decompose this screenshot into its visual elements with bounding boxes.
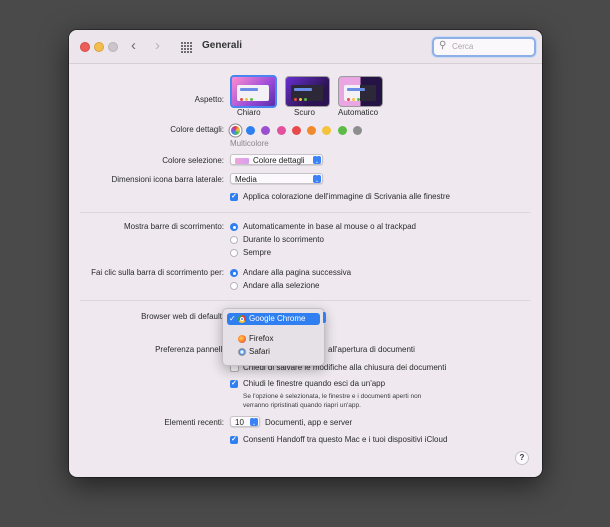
recent-items-value: 10 [235, 418, 244, 427]
accent-swatch-pink[interactable] [277, 126, 286, 135]
click-scrollbar-option-label: Andare alla pagina successiva [243, 268, 352, 277]
default-browser-popup-edge[interactable] [323, 312, 326, 323]
scrollbars-radio-scrolling[interactable] [230, 236, 238, 244]
browser-menu-item-safari[interactable]: Safari [227, 346, 320, 358]
accent-swatch-multicolor[interactable] [231, 126, 240, 135]
accent-selected-name: Multicolore [230, 139, 269, 148]
browser-menu-item-label: Google Chrome [249, 314, 306, 323]
scrollbars-option-label: Sempre [243, 248, 272, 257]
search-field[interactable]: ⚲ Cerca [432, 37, 536, 57]
recent-items-popup[interactable]: 10 ⌃ ⌄ [230, 416, 260, 427]
browser-menu-item-chrome[interactable]: ✓ Google Chrome [227, 313, 320, 325]
highlight-color-popup[interactable]: Colore dettagli ⌃ ⌄ [230, 154, 323, 165]
click-scrollbar-radio-next-page[interactable] [230, 269, 238, 277]
click-scrollbar-radio-selection[interactable] [230, 282, 238, 290]
help-button[interactable]: ? [515, 451, 529, 465]
window-title: Generali [202, 40, 243, 51]
recent-items-suffix: Documenti, app e server [265, 418, 353, 427]
accent-swatch-orange[interactable] [307, 126, 316, 135]
close-window-button[interactable] [80, 42, 90, 52]
back-chevron-icon[interactable]: ‹ [131, 38, 136, 54]
popup-chevron-icon: ⌃ ⌄ [313, 174, 321, 184]
appearance-auto-thumbnail[interactable] [338, 76, 383, 107]
accent-swatch-graphite[interactable] [353, 126, 362, 135]
accent-swatch-blue[interactable] [246, 126, 255, 135]
scrollbars-label: Mostra barre di scorrimento: [123, 222, 224, 231]
wallpaper-tint-checkbox[interactable]: ✓ [230, 193, 238, 201]
handoff-checkbox[interactable]: ✓ [230, 436, 238, 444]
popup-chevron-icon: ⌃ ⌄ [250, 417, 258, 427]
zoom-window-button[interactable] [108, 42, 118, 52]
appearance-dark-thumbnail[interactable] [285, 76, 330, 107]
forward-chevron-icon[interactable]: › [155, 38, 160, 54]
recent-items-label: Elementi recenti: [164, 418, 224, 427]
checkmark-icon: ✓ [229, 314, 236, 323]
appearance-light-thumbnail[interactable] [230, 75, 277, 108]
search-icon: ⚲ [439, 40, 447, 51]
default-browser-label: Browser web di default [141, 312, 222, 321]
section-divider [80, 300, 530, 301]
section-divider [80, 212, 530, 213]
close-windows-note-line: Se l'opzione è selezionata, le finestre … [243, 393, 422, 400]
search-placeholder: Cerca [452, 42, 474, 51]
accent-swatch-yellow[interactable] [322, 126, 331, 135]
accent-swatch-green[interactable] [338, 126, 347, 135]
prefer-tabs-label: Preferenza pannelli [155, 345, 224, 354]
highlight-color-swatch [235, 158, 249, 164]
accent-swatch-red[interactable] [292, 126, 301, 135]
highlight-color-value: Colore dettagli [253, 156, 305, 165]
appearance-label: Aspetto: [194, 95, 224, 104]
sidebar-icon-size-value: Media [235, 175, 257, 184]
firefox-icon [238, 335, 246, 343]
close-windows-checkbox[interactable]: ✓ [230, 380, 238, 388]
handoff-label: Consenti Handoff tra questo Mac e i tuoi… [243, 435, 448, 444]
wallpaper-tint-label: Applica colorazione dell'immagine di Scr… [243, 192, 450, 201]
click-scrollbar-label: Fai clic sulla barra di scorrimento per: [91, 268, 224, 277]
close-windows-label: Chiudi le finestre quando esci da un'app [243, 379, 386, 388]
default-browser-menu: ✓ Google Chrome Firefox Safari [222, 308, 325, 366]
highlight-color-label: Colore selezione: [162, 156, 224, 165]
show-all-grid-icon[interactable] [181, 42, 192, 53]
browser-menu-item-firefox[interactable]: Firefox [227, 333, 320, 345]
scrollbars-radio-automatic[interactable] [230, 223, 238, 231]
appearance-option-label: Scuro [294, 108, 315, 117]
click-scrollbar-option-label: Andare alla selezione [243, 281, 320, 290]
appearance-option-label: Automatico [338, 108, 379, 117]
popup-chevron-icon: ⌃ ⌄ [313, 155, 321, 165]
title-bar: ‹ › Generali ⚲ Cerca [69, 30, 542, 64]
prefer-tabs-suffix: all'apertura di documenti [328, 345, 415, 354]
appearance-option-label: Chiaro [237, 108, 261, 117]
close-windows-note: Se l'opzione è selezionata, le finestre … [243, 392, 473, 410]
chrome-icon [238, 315, 246, 323]
sidebar-icon-size-label: Dimensioni icona barra laterale: [111, 175, 225, 184]
minimize-window-button[interactable] [94, 42, 104, 52]
accent-swatch-purple[interactable] [261, 126, 270, 135]
browser-menu-item-label: Safari [249, 347, 270, 356]
system-preferences-window: ‹ › Generali ⚲ Cerca Aspetto: Chiaro Scu… [69, 30, 542, 477]
accent-color-label: Colore dettagli: [170, 125, 224, 134]
sidebar-icon-size-popup[interactable]: Media ⌃ ⌄ [230, 173, 323, 184]
browser-menu-item-label: Firefox [249, 334, 274, 343]
scrollbars-option-label: Durante lo scorrimento [243, 235, 324, 244]
close-windows-note-line: verranno ripristinati quando riapri un'a… [243, 402, 361, 409]
scrollbars-radio-always[interactable] [230, 249, 238, 257]
scrollbars-option-label: Automaticamente in base al mouse o al tr… [243, 222, 416, 231]
safari-icon [238, 348, 246, 356]
